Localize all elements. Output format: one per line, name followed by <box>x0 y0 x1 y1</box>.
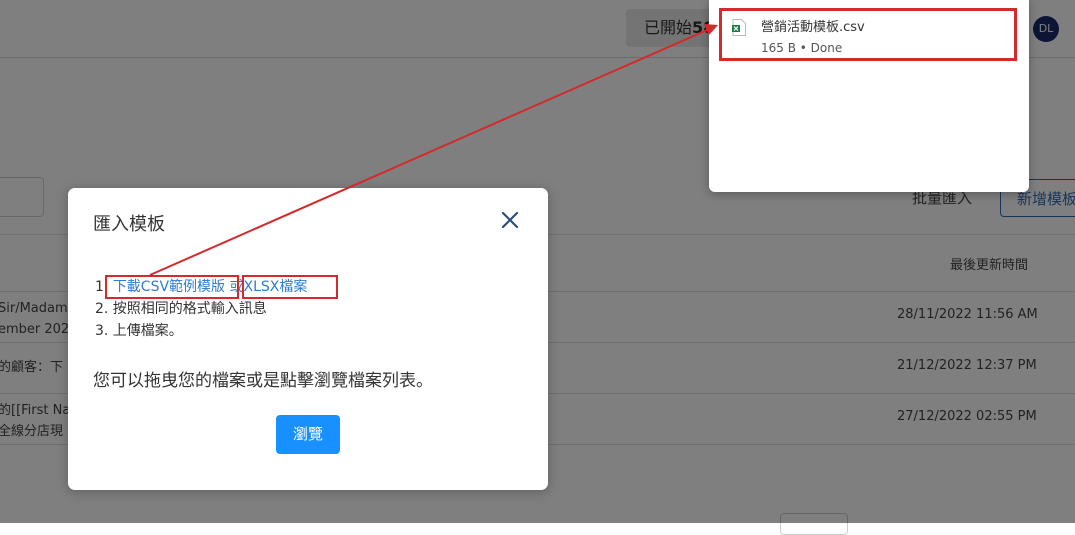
download-status: 165 B • Done <box>761 41 843 55</box>
close-icon[interactable] <box>498 208 522 232</box>
csv-link-highlight <box>105 275 239 299</box>
import-template-dialog: 匯入模板 1. 下載CSV範例模版 或XLSX檔案 2. 按照相同的格式輸入訊息… <box>68 188 548 490</box>
step-1: 1. 下載CSV範例模版 或XLSX檔案 <box>95 275 338 299</box>
download-item[interactable]: 營銷活動模板.csv 165 B • Done <box>719 8 1017 61</box>
xlsx-link-highlight <box>242 275 338 299</box>
step-3: 3. 上傳檔案。 <box>95 323 183 339</box>
excel-file-icon <box>732 19 746 36</box>
step-2: 2. 按照相同的格式輸入訊息 <box>95 301 267 317</box>
instruction-steps: 1. 下載CSV範例模版 或XLSX檔案 2. 按照相同的格式輸入訊息 3. 上… <box>95 275 338 342</box>
drag-drop-hint: 您可以拖曳您的檔案或是點擊瀏覽檔案列表。 <box>93 371 433 391</box>
download-panel: 營銷活動模板.csv 165 B • Done <box>709 0 1029 192</box>
dialog-title: 匯入模板 <box>93 214 165 235</box>
browse-button[interactable]: 瀏覽 <box>276 415 340 454</box>
download-file-name: 營銷活動模板.csv <box>761 20 865 35</box>
